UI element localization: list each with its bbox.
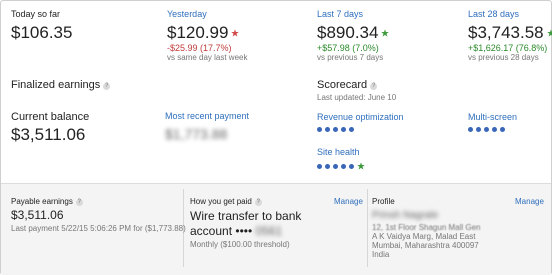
profile-address-line3: Mumbai, Maharashtra 400097 bbox=[372, 241, 479, 250]
payable-earnings-value: $3,511.06 bbox=[11, 208, 64, 222]
last7-compare: vs previous 7 days bbox=[317, 53, 384, 62]
yesterday-value: $120.99 bbox=[167, 23, 229, 42]
question-circle-icon[interactable]: ? bbox=[103, 83, 111, 90]
last28-value-wrap: $3,743.58 bbox=[468, 23, 552, 43]
payment-method-line2: account •••• 0561 bbox=[190, 224, 283, 238]
green-star-icon bbox=[381, 29, 390, 37]
masked-account-number: 0561 bbox=[255, 224, 283, 238]
rating-dot bbox=[341, 127, 346, 132]
last28-link[interactable]: Last 28 days bbox=[468, 9, 519, 19]
rating-dot bbox=[476, 127, 481, 132]
dashboard-card: Today so far $106.35 Yesterday $120.99 -… bbox=[0, 0, 552, 275]
today-label: Today so far bbox=[11, 9, 61, 19]
profile-label: Profile bbox=[372, 197, 395, 206]
scorecard-updated: Last updated: June 10 bbox=[317, 93, 397, 102]
payment-method-line1: Wire transfer to bank bbox=[190, 209, 302, 223]
yesterday-compare: vs same day last week bbox=[167, 53, 248, 62]
last7-value: $890.34 bbox=[317, 23, 379, 42]
rating-dot bbox=[500, 127, 505, 132]
yesterday-value-wrap: $120.99 bbox=[167, 23, 240, 43]
yesterday-change: -$25.99 (17.7%) bbox=[167, 43, 232, 53]
green-star-icon bbox=[357, 162, 365, 170]
profile-address-line2: A K Vaidya Marg, Malad East bbox=[372, 232, 476, 241]
last28-compare: vs previous 28 days bbox=[468, 53, 539, 62]
profile-country: India bbox=[372, 250, 390, 259]
question-circle-icon[interactable]: ? bbox=[254, 199, 262, 206]
last28-change: +$1,626.17 (76.8%) bbox=[468, 43, 548, 53]
revenue-optimization-link[interactable]: Revenue optimization bbox=[317, 112, 404, 122]
last28-value: $3,743.58 bbox=[468, 23, 544, 42]
multi-screen-link[interactable]: Multi-screen bbox=[468, 112, 517, 122]
rating-dot bbox=[492, 127, 497, 132]
green-star-icon bbox=[546, 29, 552, 37]
profile-name: Prinsh Nagrale bbox=[372, 210, 439, 221]
last7-change: +$57.98 (7.0%) bbox=[317, 43, 379, 53]
rating-dot bbox=[349, 127, 354, 132]
finalized-earnings-title: Finalized earnings? bbox=[11, 79, 111, 91]
rating-dot bbox=[333, 163, 338, 169]
site-health-rating bbox=[317, 162, 365, 170]
today-value: $106.35 bbox=[11, 23, 73, 42]
profile-address-line1: 12, 1st Floor Shagun Mall Gen bbox=[372, 223, 481, 232]
multi-screen-rating bbox=[468, 127, 505, 132]
yesterday-link[interactable]: Yesterday bbox=[167, 9, 207, 19]
rating-dot bbox=[325, 127, 330, 132]
rating-dot bbox=[341, 163, 346, 169]
last7-link[interactable]: Last 7 days bbox=[317, 9, 363, 19]
last-payment-text: Last payment 5/22/15 5:06:26 PM for ($1,… bbox=[11, 224, 186, 233]
most-recent-payment-value: $1,773.88 bbox=[165, 126, 228, 142]
payable-earnings-label: Payable earnings? bbox=[11, 197, 83, 206]
last7-value-wrap: $890.34 bbox=[317, 23, 390, 43]
current-balance-value: $3,511.06 bbox=[11, 125, 86, 144]
red-star-icon bbox=[231, 29, 240, 37]
question-circle-icon[interactable]: ? bbox=[370, 83, 378, 90]
manage-profile-link[interactable]: Manage bbox=[515, 197, 544, 206]
manage-payment-link[interactable]: Manage bbox=[334, 197, 363, 206]
current-balance-label: Current balance bbox=[11, 111, 90, 123]
rating-dot bbox=[317, 127, 322, 132]
site-health-link[interactable]: Site health bbox=[317, 147, 360, 157]
revenue-optimization-rating bbox=[317, 127, 354, 132]
divider bbox=[367, 189, 368, 267]
rating-dot bbox=[317, 163, 322, 169]
rating-dot bbox=[468, 127, 473, 132]
payment-threshold: Monthly ($100.00 threshold) bbox=[190, 240, 290, 249]
most-recent-payment-link[interactable]: Most recent payment bbox=[165, 111, 249, 121]
rating-dot bbox=[325, 163, 330, 169]
how-you-get-paid-label: How you get paid? bbox=[190, 197, 262, 206]
rating-dot bbox=[484, 127, 489, 132]
rating-dot bbox=[333, 127, 338, 132]
question-circle-icon[interactable]: ? bbox=[75, 199, 83, 206]
scorecard-title: Scorecard? bbox=[317, 79, 378, 91]
rating-dot bbox=[349, 163, 354, 169]
